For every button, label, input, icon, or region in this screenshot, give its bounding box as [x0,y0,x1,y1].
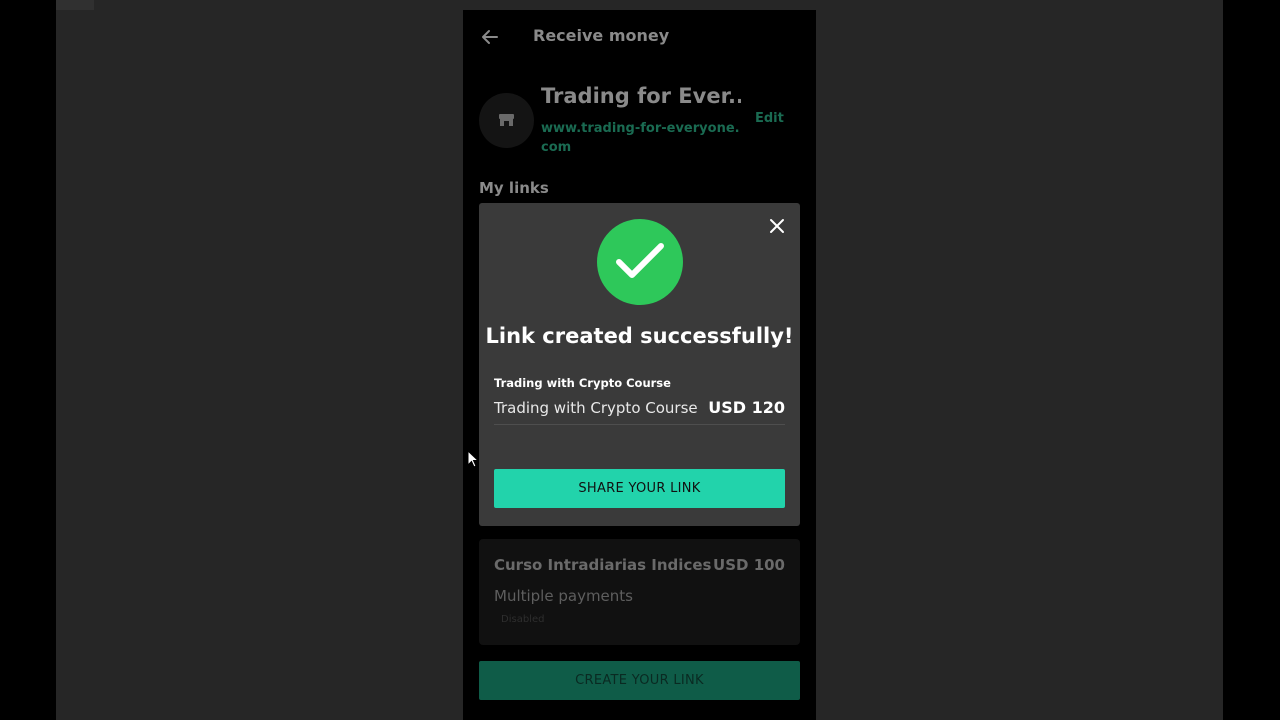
my-links-heading: My links [479,179,549,197]
share-link-button[interactable]: SHARE YOUR LINK [494,469,785,508]
create-link-button[interactable]: CREATE YOUR LINK [479,661,800,700]
corner-tab [56,0,94,10]
link-card-status-badge: Disabled [501,614,545,625]
success-modal: Link created successfully! Trading with … [479,203,800,526]
link-card-title: Curso Intradiarias Indices [494,556,712,574]
link-card-price: USD 100 [713,556,785,574]
item-divider [494,424,785,425]
link-card[interactable]: Curso Intradiarias Indices USD 100 Multi… [479,539,800,645]
link-card-subtitle: Multiple payments [494,587,633,605]
mouse-cursor-icon [467,449,480,468]
modal-title: Link created successfully! [485,324,794,348]
store-name: Trading for Ever... [541,84,741,108]
store-url-link[interactable]: www.trading-for-everyone.com [541,119,746,157]
item-label: Trading with Crypto Course [494,376,671,390]
phone-screen: Receive money Trading for Ever... www.tr… [463,10,816,720]
item-name: Trading with Crypto Course [494,399,698,417]
back-arrow-icon[interactable] [481,28,499,46]
page-title: Receive money [533,26,670,45]
checkmark-icon [616,243,664,278]
success-badge [597,219,683,305]
close-icon[interactable] [768,217,786,235]
edit-store-button[interactable]: Edit [755,111,784,126]
store-icon [499,114,514,126]
store-avatar [479,93,534,148]
top-bar: Receive money [463,10,816,64]
item-price: USD 120 [708,398,785,417]
